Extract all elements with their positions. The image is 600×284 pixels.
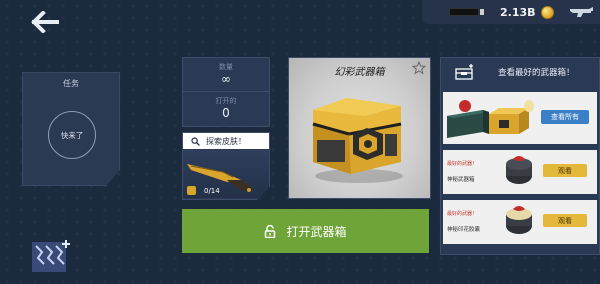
back-button[interactable] [28,8,62,36]
currency-display[interactable]: 2.13B [500,5,554,19]
sticker-capsule-image [506,206,532,234]
quantity-label: 数量 [219,63,233,71]
skin-search-label: 探索皮肤！ [206,136,246,146]
chest-showcase: 幻彩武器箱 [288,57,431,199]
best-cases-title: 查看最好的武器箱！ [498,68,575,78]
row1-name: 神秘武器箱 [447,177,475,183]
search-icon [191,136,200,146]
open-case-label: 打开武器箱 [286,224,347,239]
task-status-circle: 快来了 [48,111,96,159]
unlock-icon [265,224,276,238]
view-all-label: 查看所有 [551,113,579,121]
skin-box-icon [187,186,196,195]
open-case-button[interactable]: 打开武器箱 [182,209,429,253]
currency-amount: 2.13B [500,5,536,19]
crate-icon [455,64,473,80]
gun-icon [569,7,593,17]
watch-label-2: 观看 [558,216,572,225]
opened-value: 0 [222,106,230,120]
skin-search-header[interactable]: 探索皮肤！ [183,133,269,149]
case-collection-button[interactable] [28,236,74,276]
ammo-icon [448,8,479,16]
watch-button-2[interactable]: 观看 [543,214,587,227]
watch-label-1: 观看 [558,166,572,175]
skin-progress: 0/14 [187,186,220,195]
skin-panel[interactable]: 探索皮肤！ 0/14 [182,132,270,200]
best-case-row-featured[interactable]: 查看所有 [443,92,597,144]
row2-name: 神秘印花胶囊 [447,227,481,233]
back-arrow-icon [31,11,59,33]
task-panel[interactable]: 任务 快来了 [22,72,120,186]
gun-inventory-button[interactable] [568,3,596,21]
mystery-case-image [506,156,532,184]
weapon-case-image [312,98,403,183]
case-collection-icon [32,240,70,272]
quantity-box: 数量 ∞ [182,57,270,93]
row2-tag: 最好的武器！ [447,211,478,217]
skin-count: 0/14 [204,186,220,195]
task-title: 任务 [63,79,79,88]
opened-box: 打开的 0 [182,91,270,127]
featured-cases-image [447,100,534,138]
row1-tag: 最好的武器！ [447,161,478,167]
task-status: 快来了 [60,130,84,140]
best-case-row-2[interactable]: 最好的武器！ 神秘印花胶囊 观看 [443,200,597,244]
best-cases-header: 查看最好的武器箱！ [441,58,599,86]
opened-label: 打开的 [215,97,237,105]
ammo-slot[interactable] [446,0,486,24]
top-resource-bar: 2.13B [422,0,600,24]
watch-button-1[interactable]: 观看 [543,164,587,177]
best-cases-panel: 查看最好的武器箱！ 查看所有 最好的武器！ 神秘武器箱 观看 最好的武器！ 神秘… [440,57,600,255]
coin-icon [540,5,554,19]
quantity-value: ∞ [221,72,231,86]
view-all-button[interactable]: 查看所有 [541,110,589,124]
best-case-row-1[interactable]: 最好的武器！ 神秘武器箱 观看 [443,150,597,194]
